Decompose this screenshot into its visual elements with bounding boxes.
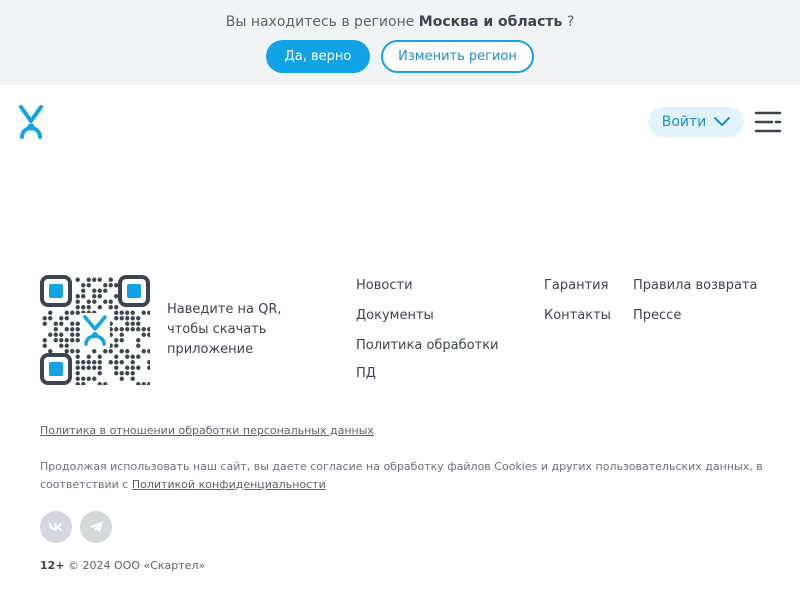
footer-link-return-rules[interactable]: Правила возврата [633,277,757,295]
yota-logo-icon[interactable] [18,104,44,140]
footer-link-documents[interactable]: Документы [356,307,434,325]
qr-code [40,275,152,387]
telegram-icon[interactable] [80,511,112,543]
vk-icon[interactable] [40,511,72,543]
cookie-notice: Продолжая использовать наш сайт, вы дает… [40,458,770,494]
footer-link-warranty[interactable]: Гарантия [544,277,608,295]
footer-link-contacts[interactable]: Контакты [544,307,611,325]
footer-link-policy-processing[interactable]: Политика обработки [356,337,499,355]
chevron-down-icon [714,117,731,126]
region-bar: Вы находитесь в регионе Москва и область… [0,0,800,85]
footer-link-news[interactable]: Новости [356,277,413,295]
region-question: Вы находитесь в регионе Москва и область… [0,14,800,30]
region-name: Москва и область [418,14,563,30]
privacy-policy-link[interactable]: Политикой конфиденциальности [132,478,326,491]
login-label: Войти [661,114,707,130]
confirm-region-button[interactable]: Да, верно [266,40,370,73]
personal-data-policy-link[interactable]: Политика в отношении обработки персональ… [40,424,374,437]
footer-link-press[interactable]: Прессе [633,307,681,325]
region-prefix: Вы находитесь в регионе [225,14,415,30]
footer-link-pd[interactable]: ПД [356,365,376,383]
region-suffix: ? [566,14,575,30]
copyright-text: © 2024 ООО «Скартел» [68,559,206,572]
change-region-button[interactable]: Изменить регион [381,40,534,73]
menu-icon[interactable] [754,110,782,134]
age-rating: 12+ [40,559,65,572]
copyright: 12+ © 2024 ООО «Скартел» [40,559,205,572]
login-button[interactable]: Войти [648,107,744,137]
qr-caption: Наведите на QR, чтобы скачать приложение [167,302,282,357]
